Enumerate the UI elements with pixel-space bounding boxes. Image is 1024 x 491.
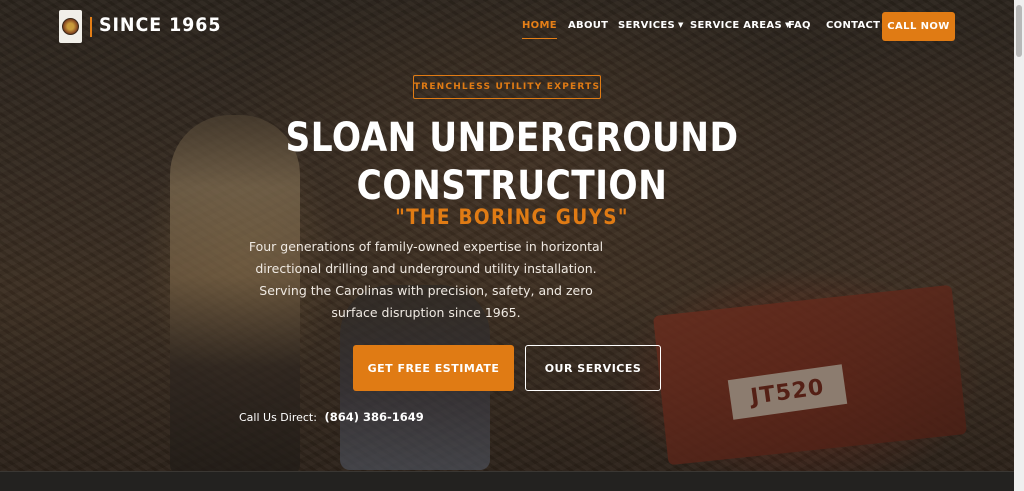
call-direct: Call Us Direct: (864) 386-1649 [239, 410, 424, 424]
nav-about[interactable]: ABOUT [568, 20, 608, 31]
nav-contact[interactable]: CONTACT [826, 20, 880, 31]
logo-emblem-icon [62, 18, 79, 35]
features-strip [0, 471, 1014, 491]
nav-service-areas[interactable]: SERVICE AREAS ▼ [690, 20, 791, 31]
page: JT520 SINCE 1965 HOME ABOUT SERVICES ▼ SE… [0, 0, 1024, 491]
since-1965-text: SINCE 1965 [99, 14, 222, 36]
nav-services-label: SERVICES [618, 20, 675, 31]
logo-icon[interactable] [59, 10, 82, 43]
nav-home-label: HOME [522, 20, 557, 31]
trenchless-badge: TRENCHLESS UTILITY EXPERTS [413, 75, 601, 99]
logo-divider [90, 17, 92, 37]
hero-title-line2: CONSTRUCTION [356, 163, 668, 209]
hero-title-line1: SLOAN UNDERGROUND [285, 115, 739, 161]
scrollbar[interactable] [1014, 0, 1024, 491]
call-direct-label: Call Us Direct: [239, 411, 317, 424]
hero-title: SLOAN UNDERGROUND CONSTRUCTION [254, 114, 770, 210]
nav-faq-label: FAQ [788, 20, 811, 31]
nav-about-label: ABOUT [568, 20, 609, 31]
nav-active-underline [522, 38, 557, 39]
nav-service-areas-label: SERVICE AREAS [690, 20, 782, 31]
nav-home[interactable]: HOME [522, 20, 557, 39]
scrollbar-thumb[interactable] [1016, 5, 1022, 57]
nav-services[interactable]: SERVICES ▼ [618, 20, 684, 31]
nav-faq[interactable]: FAQ [788, 20, 811, 31]
our-services-button[interactable]: OUR SERVICES [525, 345, 661, 391]
hero-subtitle: "THE BORING GUYS" [395, 205, 629, 229]
phone-link[interactable]: (864) 386-1649 [324, 410, 423, 424]
chevron-down-icon: ▼ [677, 21, 684, 29]
call-now-button[interactable]: CALL NOW [882, 12, 955, 41]
nav-contact-label: CONTACT [826, 20, 881, 31]
get-free-estimate-button[interactable]: GET FREE ESTIMATE [353, 345, 514, 391]
site-header: SINCE 1965 HOME ABOUT SERVICES ▼ SERVICE … [0, 0, 1014, 54]
hero-description: Four generations of family-owned experti… [248, 239, 604, 320]
